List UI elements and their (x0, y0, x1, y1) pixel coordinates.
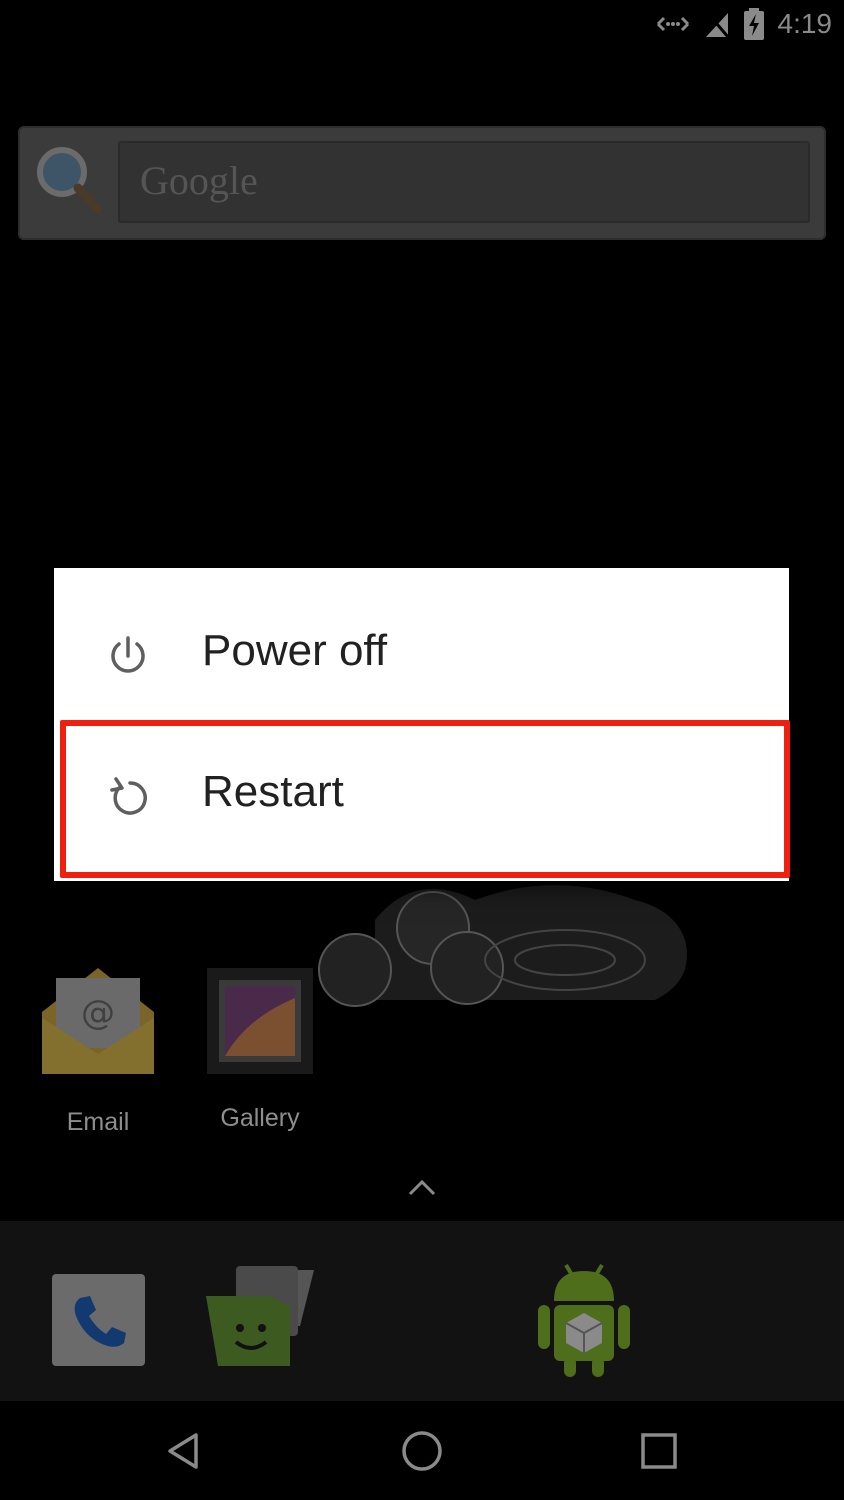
back-button[interactable] (158, 1425, 210, 1477)
data-transfer-icon (656, 16, 689, 32)
status-bar: 4:19 (0, 0, 844, 50)
home-icon (402, 1431, 442, 1471)
restart-label: Restart (202, 767, 344, 816)
app-gallery[interactable]: Gallery (180, 968, 340, 1133)
recents-icon (641, 1433, 677, 1469)
no-signal-icon (704, 10, 729, 38)
back-icon (168, 1433, 198, 1469)
dock (0, 1221, 844, 1401)
battery-charging-icon (743, 8, 764, 40)
email-icon: @ (42, 968, 154, 1074)
power-off-label: Power off (202, 626, 388, 675)
gallery-icon (207, 968, 313, 1074)
recents-button[interactable] (633, 1425, 685, 1477)
power-off-option[interactable]: Power off (54, 584, 789, 724)
phone-icon (74, 1296, 126, 1347)
search-placeholder: Google (140, 158, 258, 203)
home-button[interactable] (396, 1425, 448, 1477)
navigation-bar (0, 1401, 844, 1500)
search-input[interactable]: Google (118, 141, 810, 223)
status-clock: 4:19 (777, 8, 833, 39)
google-search-widget[interactable]: Google (18, 126, 826, 240)
power-icon (111, 636, 145, 673)
chevron-up-icon[interactable] (406, 1176, 438, 1198)
search-icon (37, 147, 103, 215)
status-icons: 4:19 (656, 8, 833, 40)
app-email[interactable]: @ Email (18, 968, 178, 1137)
phone-app[interactable] (52, 1274, 145, 1366)
wallpaper-logs-image (318, 885, 687, 1007)
android-app-icon[interactable] (532, 1261, 636, 1377)
svg-text:@: @ (81, 993, 115, 1033)
restart-option[interactable]: Restart (54, 725, 789, 865)
app-gallery-label: Gallery (220, 1104, 300, 1132)
app-email-label: Email (66, 1108, 130, 1136)
messaging-icon[interactable] (200, 1266, 320, 1372)
power-options-dialog: Power off Restart (54, 568, 789, 881)
restart-icon (110, 777, 147, 815)
